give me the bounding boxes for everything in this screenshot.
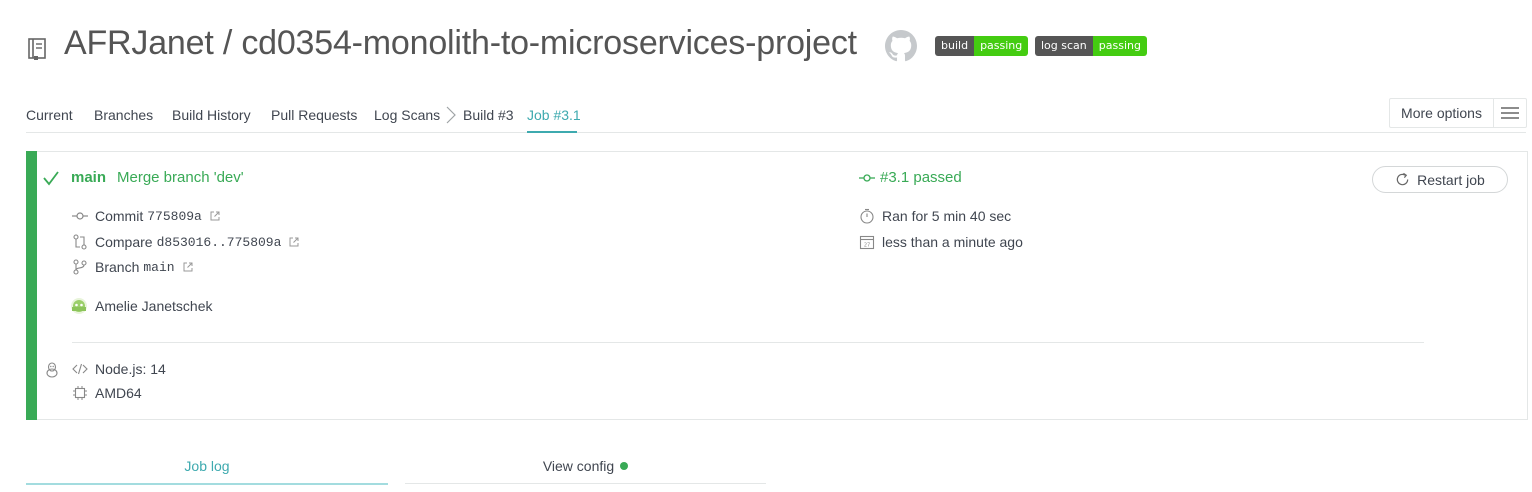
repo-link[interactable]: cd0354-monolith-to-microservices-project — [241, 24, 857, 62]
arch-text: AMD64 — [95, 385, 142, 401]
tab-current[interactable]: Current — [26, 107, 73, 123]
owner-link[interactable]: AFRJanet — [64, 24, 214, 62]
github-icon[interactable] — [885, 30, 917, 62]
active-tab-indicator — [527, 131, 577, 133]
tabs-divider — [26, 132, 1526, 133]
branch-row[interactable]: Branch main — [72, 259, 193, 275]
tab-build[interactable]: Build #3 — [463, 107, 514, 123]
language-row: Node.js: 14 — [72, 361, 166, 377]
check-icon — [43, 171, 59, 186]
branch-name[interactable]: main — [71, 169, 106, 186]
duration-text: Ran for 5 min 40 sec — [882, 208, 1012, 224]
external-link-icon[interactable] — [210, 211, 220, 221]
build-status-badge[interactable]: build passing — [935, 36, 1029, 56]
restart-job-button[interactable]: Restart job — [1372, 166, 1508, 193]
tab-pull-requests[interactable]: Pull Requests — [271, 107, 357, 123]
commit-label: Commit — [95, 208, 144, 224]
arch-row: AMD64 — [72, 385, 142, 401]
compare-range[interactable]: d853016..775809a — [157, 235, 282, 250]
svg-text:27: 27 — [864, 243, 870, 249]
author-name: Amelie Janetschek — [95, 298, 213, 314]
commit-sha[interactable]: 775809a — [147, 209, 202, 224]
badge-label: log scan — [1035, 36, 1093, 56]
title-separator: / — [222, 24, 233, 62]
avatar — [71, 298, 87, 314]
linux-icon — [46, 362, 58, 378]
tab-view-config[interactable]: View config — [405, 458, 766, 474]
finished-row: 27 less than a minute ago — [859, 234, 1023, 250]
branch-icon — [73, 259, 87, 275]
more-options-button[interactable]: More options — [1389, 98, 1527, 128]
tab-divider — [405, 483, 766, 484]
badge-value: passing — [1092, 36, 1147, 56]
restart-icon — [1396, 172, 1409, 186]
finished-text: less than a minute ago — [882, 234, 1023, 250]
external-link-icon[interactable] — [183, 262, 193, 272]
repo-icon — [28, 38, 46, 60]
tab-branches[interactable]: Branches — [94, 107, 153, 123]
badge-value: passing — [974, 36, 1029, 56]
branch-label: Branch — [95, 259, 140, 275]
duration-row: Ran for 5 min 40 sec — [859, 208, 1011, 224]
branch-value[interactable]: main — [143, 260, 174, 275]
card-divider — [72, 342, 1424, 343]
compare-icon — [73, 234, 87, 250]
tab-job[interactable]: Job #3.1 — [527, 107, 581, 123]
view-config-label: View config — [542, 458, 615, 474]
commit-status-icon — [859, 173, 875, 182]
calendar-icon: 27 — [859, 235, 875, 250]
job-status-text: #3.1 passed — [880, 169, 962, 186]
commit-row[interactable]: Commit 775809a — [72, 208, 220, 224]
language-text: Node.js: 14 — [95, 361, 166, 377]
tab-build-history[interactable]: Build History — [172, 107, 251, 123]
stopwatch-icon — [860, 208, 874, 224]
badge-label: build — [935, 36, 975, 56]
external-link-icon[interactable] — [289, 237, 299, 247]
hamburger-menu-icon — [1493, 99, 1526, 127]
chevron-right-icon — [446, 106, 456, 124]
commit-icon — [72, 212, 88, 220]
author-row: Amelie Janetschek — [70, 297, 213, 315]
restart-job-label: Restart job — [1417, 171, 1485, 188]
job-status: #3.1 passed — [859, 169, 962, 186]
config-status-dot — [620, 462, 629, 471]
compare-label: Compare — [95, 234, 153, 250]
job-summary-card — [26, 151, 1528, 420]
tab-log-scans[interactable]: Log Scans — [374, 107, 440, 123]
code-icon — [72, 363, 88, 375]
compare-row[interactable]: Compare d853016..775809a — [72, 234, 299, 250]
log-scan-badge[interactable]: log scan passing — [1035, 36, 1147, 56]
more-options-label: More options — [1401, 105, 1482, 121]
page-title: AFRJanet / cd0354-monolith-to-microservi… — [64, 24, 857, 63]
tab-job-log[interactable]: Job log — [26, 458, 388, 474]
cpu-icon — [73, 386, 87, 400]
status-stripe — [26, 151, 37, 420]
commit-message: Merge branch 'dev' — [117, 169, 244, 186]
active-tab-indicator — [26, 483, 388, 485]
